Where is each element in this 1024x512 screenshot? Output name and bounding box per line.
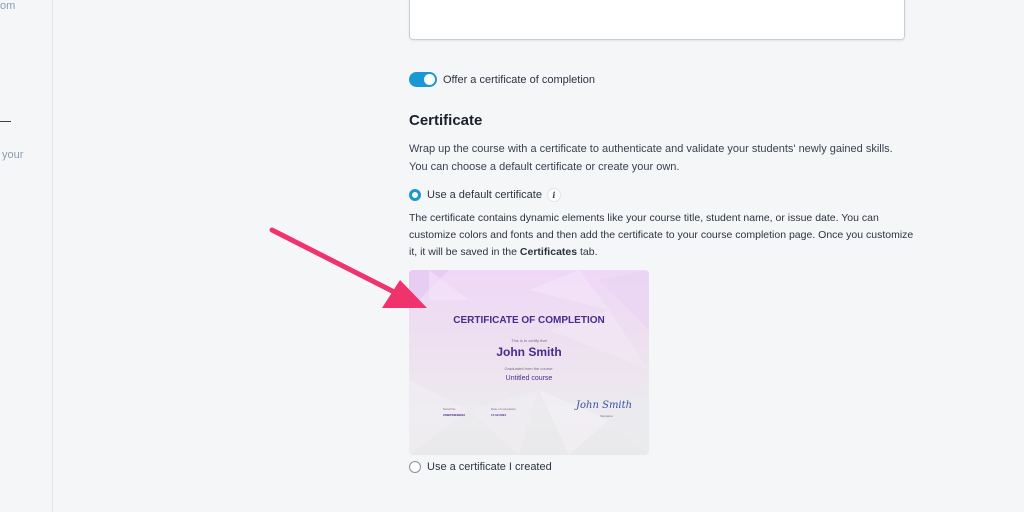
- description-textarea[interactable]: [409, 0, 905, 40]
- certificate-serial-label: Serial No.: [443, 407, 457, 411]
- certificate-certify-text: This is to certify that: [511, 338, 547, 343]
- certificate-section-description: Wrap up the course with a certificate to…: [409, 140, 909, 176]
- default-certificate-radio[interactable]: [409, 189, 421, 201]
- certificate-toggle-row[interactable]: Offer a certificate of completion: [409, 72, 595, 87]
- certificate-background-pattern: [409, 270, 649, 455]
- sidebar-divider: [0, 121, 11, 122]
- option-own-certificate[interactable]: Use a certificate I created: [409, 461, 552, 473]
- certificate-date-value: 17.02.2024: [491, 413, 507, 417]
- description-text: The certificate contains dynamic element…: [409, 212, 914, 258]
- own-certificate-radio[interactable]: [409, 461, 421, 473]
- sidebar-text-fragment-your[interactable]: your: [2, 149, 23, 161]
- annotation-arrow-icon: [269, 227, 427, 308]
- info-icon[interactable]: i: [547, 189, 560, 201]
- certificate-course-name: Untitled course: [505, 375, 553, 382]
- description-text-end: tab.: [577, 246, 598, 258]
- description-line-1: Wrap up the course with a certificate to…: [409, 143, 893, 155]
- own-certificate-label: Use a certificate I created: [427, 461, 552, 473]
- certificate-date-label: Date of completion: [491, 407, 517, 411]
- certificate-signature: John Smith: [576, 400, 633, 411]
- certificate-section-title: Certificate: [409, 112, 483, 129]
- certificate-title: CERTIFICATE OF COMPLETION: [453, 315, 605, 326]
- certificate-signature-label: Signature: [600, 414, 613, 418]
- toggle-knob: [424, 74, 435, 85]
- sidebar-text-fragment[interactable]: om: [0, 0, 15, 12]
- certificate-toggle[interactable]: [409, 72, 437, 87]
- description-line-2: You can choose a default certificate or …: [409, 161, 680, 173]
- option-default-certificate[interactable]: Use a default certificate i: [409, 189, 560, 201]
- certificate-graduated-text: Graduated from the course:: [504, 366, 554, 371]
- certificate-student-name: John Smith: [496, 345, 562, 359]
- default-certificate-description: The certificate contains dynamic element…: [409, 210, 914, 261]
- certificate-serial-value: CMBTIDE3BDH: [443, 413, 465, 417]
- certificate-preview[interactable]: CERTIFICATE OF COMPLETION This is to cer…: [409, 270, 649, 455]
- certificates-tab-mention: Certificates: [519, 246, 578, 258]
- default-certificate-label: Use a default certificate: [427, 189, 542, 201]
- sidebar: om your: [0, 0, 53, 512]
- certificate-toggle-label: Offer a certificate of completion: [443, 73, 596, 86]
